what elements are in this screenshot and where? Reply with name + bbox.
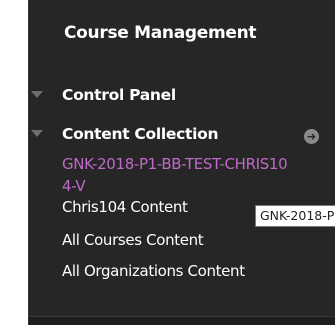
panel-footer-divider bbox=[29, 316, 335, 325]
link-course-content-active[interactable]: GNK-2018-P1-BB-TEST-CHRIS104-V bbox=[62, 153, 292, 197]
link-chris104-content[interactable]: Chris104 Content bbox=[62, 196, 188, 218]
section-content-collection[interactable]: Content Collection bbox=[29, 121, 269, 147]
section-control-panel[interactable]: Control Panel bbox=[29, 82, 329, 108]
hover-tooltip: GNK-2018-P1-BB-TEST-CHRIS104-V bbox=[255, 205, 335, 227]
arrow-right-circle-icon[interactable]: ➜ bbox=[304, 129, 319, 144]
section-label: Content Collection bbox=[62, 125, 219, 143]
caret-down-icon bbox=[31, 91, 43, 98]
section-label: Control Panel bbox=[62, 86, 176, 104]
course-management-menu: Course Management Control Panel Content … bbox=[28, 0, 335, 325]
link-all-organizations-content[interactable]: All Organizations Content bbox=[62, 260, 245, 282]
caret-down-icon bbox=[31, 130, 43, 137]
menu-heading: Course Management bbox=[64, 23, 257, 43]
link-all-courses-content[interactable]: All Courses Content bbox=[62, 229, 204, 251]
